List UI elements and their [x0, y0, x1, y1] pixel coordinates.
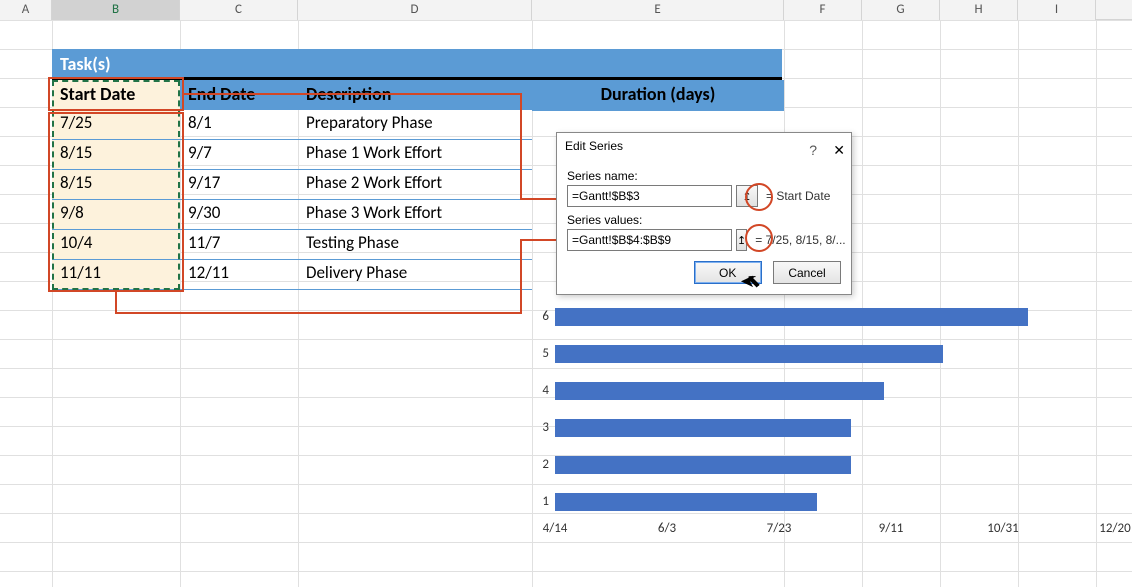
column-header-d[interactable]: D	[298, 0, 532, 20]
chart-bar[interactable]	[555, 456, 851, 474]
column-header-e[interactable]: E	[532, 0, 784, 20]
chart-x-label: 9/11	[879, 521, 904, 536]
chart-y-label: 3	[531, 420, 549, 435]
chart-bar[interactable]	[555, 382, 884, 400]
column-header-c[interactable]: C	[180, 0, 298, 20]
chart-bar[interactable]	[555, 493, 817, 511]
column-header-i[interactable]: I	[1018, 0, 1096, 20]
chart-y-label: 4	[531, 383, 549, 398]
chart-bar[interactable]	[555, 345, 943, 363]
gantt-preview-chart[interactable]: 1 2 3 4 5 6 4/14 6/3 7/23 9/11 10/31 12/20	[0, 0, 1132, 587]
column-header-g[interactable]: G	[862, 0, 940, 20]
column-header-a[interactable]: A	[0, 0, 52, 20]
chart-y-label: 6	[531, 309, 549, 324]
chart-y-label: 1	[531, 494, 549, 509]
chart-y-label: 2	[531, 457, 549, 472]
chart-bar[interactable]	[555, 419, 851, 437]
column-header-b[interactable]: B	[52, 0, 180, 20]
chart-x-label: 4/14	[543, 521, 568, 536]
chart-bar[interactable]	[555, 308, 1028, 326]
column-header-h[interactable]: H	[940, 0, 1018, 20]
chart-y-label: 5	[531, 346, 549, 361]
column-header-f[interactable]: F	[784, 0, 862, 20]
chart-x-label: 7/23	[767, 521, 792, 536]
chart-x-label: 10/31	[987, 521, 1018, 536]
chart-x-label: 12/20	[1099, 521, 1130, 536]
chart-x-label: 6/3	[658, 521, 676, 536]
